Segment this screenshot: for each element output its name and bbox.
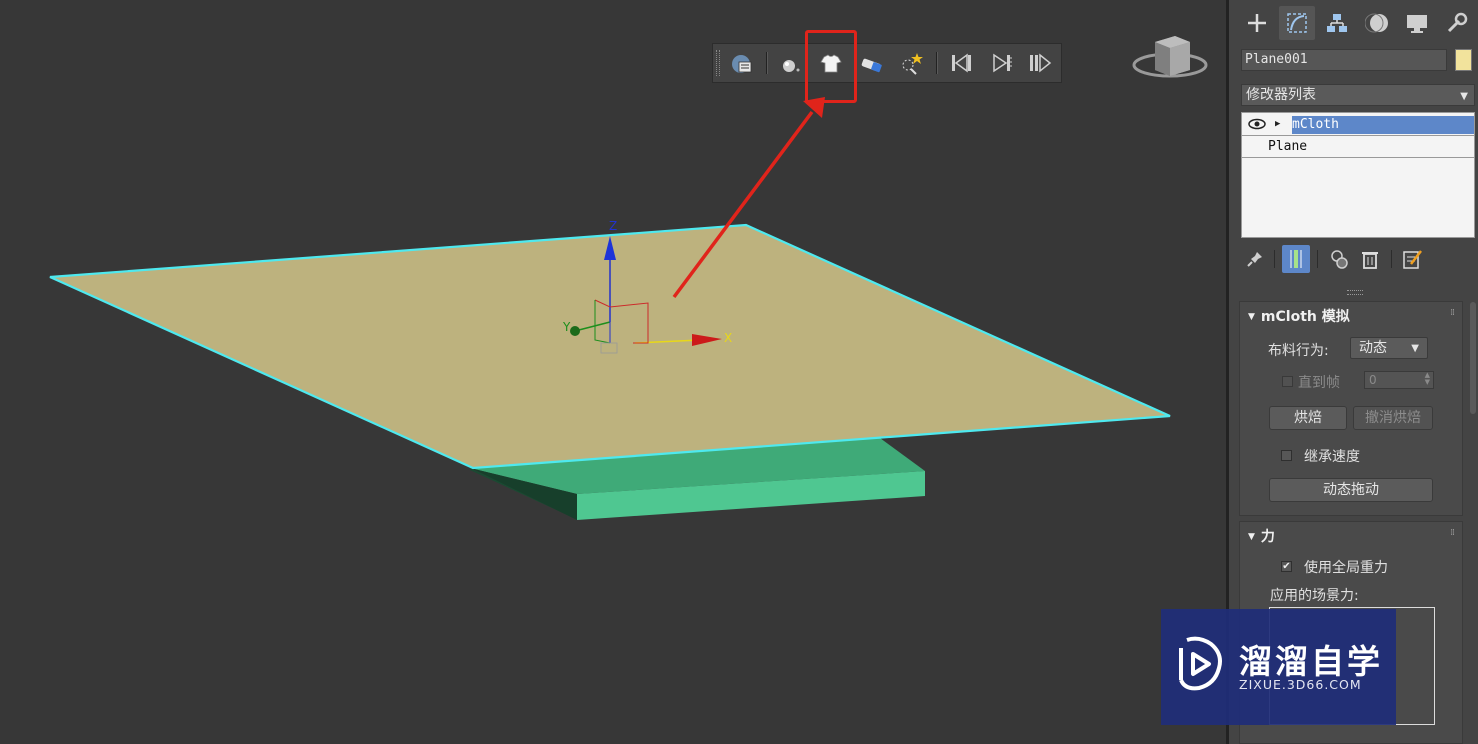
rollout-title: mCloth 模拟 <box>1260 309 1350 325</box>
object-color-swatch[interactable] <box>1455 49 1472 71</box>
gizmo-y-label: Y <box>562 320 571 334</box>
toolbar-grip[interactable] <box>716 50 720 76</box>
gizmo-x-label: X <box>724 331 732 345</box>
until-frame-checkbox[interactable] <box>1282 376 1293 387</box>
stack-item-label: mCloth <box>1292 116 1474 134</box>
stack-item-label: Plane <box>1268 139 1308 154</box>
use-global-gravity-label: 使用全局重力 <box>1304 560 1388 576</box>
spinner-arrows-icon[interactable]: ▲ ▼ <box>1425 372 1430 386</box>
step-icon[interactable] <box>1025 49 1053 77</box>
motion-icon[interactable] <box>1359 6 1395 40</box>
until-frame-value: 0 <box>1369 373 1377 387</box>
eraser-icon[interactable] <box>857 49 885 77</box>
scene-forces-label: 应用的场景力: <box>1270 588 1359 604</box>
gizmo-z-label: Z <box>609 219 617 233</box>
object-name-field[interactable]: Plane001 <box>1241 49 1447 71</box>
annotation-highlight-box <box>805 30 857 103</box>
make-unique-icon[interactable] <box>1325 245 1353 273</box>
dynamic-drag-button[interactable]: 动态拖动 <box>1269 478 1433 502</box>
mcloth-toolbar <box>712 43 1062 83</box>
cloth-behavior-value: 动态 <box>1359 340 1387 356</box>
utilities-icon[interactable] <box>1439 6 1475 40</box>
show-end-result-icon[interactable] <box>1282 245 1310 273</box>
chevron-down-icon: ▼ <box>1411 343 1419 354</box>
rollout-title: 力 <box>1260 529 1275 545</box>
stack-item-plane[interactable]: Plane <box>1242 136 1474 158</box>
modify-icon[interactable] <box>1279 6 1315 40</box>
use-global-gravity-checkbox[interactable]: ✔ <box>1281 561 1292 572</box>
chevron-down-icon: ▼ <box>1460 91 1468 102</box>
rewind-icon[interactable] <box>947 49 975 77</box>
mcloth-simulation-rollout: ▼ mCloth 模拟 ⁞⁞ 布料行为: 动态 ▼ 直到帧 0 ▲ ▼ 烘焙 撤消烘… <box>1239 301 1463 516</box>
panel-divider <box>1347 290 1363 295</box>
remove-modifier-icon[interactable] <box>1356 245 1384 273</box>
stack-toolbar <box>1241 245 1475 275</box>
display-icon[interactable] <box>1399 6 1435 40</box>
watermark-url: ZIXUE.3D66.COM <box>1239 677 1362 692</box>
modifier-list-label: 修改器列表 <box>1246 87 1316 103</box>
sphere-icon[interactable] <box>777 49 805 77</box>
expand-arrow-icon[interactable]: ▶ <box>1275 114 1280 135</box>
watermark-logo: 溜溜自学 ZIXUE.3D66.COM <box>1161 609 1396 725</box>
rollout-grip: ⁞⁞ <box>1450 528 1455 538</box>
stack-item-mcloth[interactable]: ▶ mCloth <box>1242 114 1474 136</box>
inherit-velocity-label: 继承速度 <box>1304 449 1360 465</box>
watermark-title: 溜溜自学 <box>1239 642 1383 681</box>
create-icon[interactable] <box>1239 6 1275 40</box>
unbake-button[interactable]: 撤消烘焙 <box>1353 406 1433 430</box>
inherit-velocity-checkbox[interactable] <box>1281 450 1292 461</box>
perspective-viewport[interactable]: Z Y X <box>0 0 1226 744</box>
cloth-behavior-label: 布料行为: <box>1268 343 1329 359</box>
play-logo-icon <box>1179 636 1222 691</box>
panel-tabs <box>1235 4 1475 42</box>
configure-modifier-sets-icon[interactable] <box>1398 245 1426 273</box>
hierarchy-icon[interactable] <box>1319 6 1355 40</box>
viewcube[interactable] <box>1132 36 1208 78</box>
modifier-stack: ▶ mCloth Plane <box>1241 112 1475 238</box>
magic-select-icon[interactable] <box>897 49 925 77</box>
pin-stack-icon[interactable] <box>1241 245 1269 273</box>
bake-button[interactable]: 烘焙 <box>1269 406 1347 430</box>
rollout-grip: ⁞⁞ <box>1450 308 1455 318</box>
cloth-properties-icon[interactable] <box>727 49 755 77</box>
rollout-header[interactable]: ▼ 力 <box>1248 526 1275 546</box>
cloth-behavior-dropdown[interactable]: 动态 ▼ <box>1350 337 1428 359</box>
rollout-header[interactable]: ▼ mCloth 模拟 <box>1248 306 1350 326</box>
until-frame-label: 直到帧 <box>1298 375 1340 391</box>
modifier-list-dropdown[interactable]: 修改器列表 ▼ <box>1241 84 1475 106</box>
play-icon[interactable] <box>987 49 1015 77</box>
until-frame-spinner[interactable]: 0 ▲ ▼ <box>1364 371 1434 389</box>
panel-scrollbar[interactable] <box>1470 302 1476 414</box>
